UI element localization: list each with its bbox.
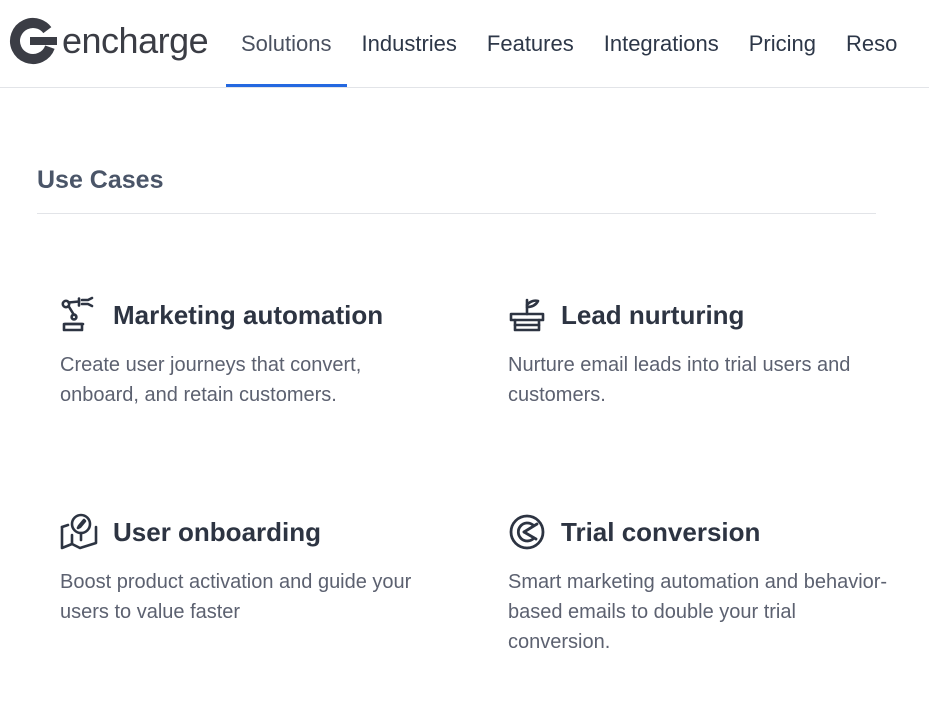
section-title: Use Cases <box>37 166 164 194</box>
card-description: Nurture email leads into trial users and… <box>508 354 851 406</box>
card-description: Boost product activation and guide your … <box>60 571 412 623</box>
use-case-card-lead-nurturing[interactable]: Lead nurturing Nurture email leads into … <box>508 295 888 410</box>
nav-item-resources[interactable]: Reso <box>831 0 912 87</box>
use-case-card-user-onboarding[interactable]: User onboarding Boost product activation… <box>60 512 440 627</box>
card-header: Marketing automation <box>60 295 440 335</box>
card-description: Create user journeys that convert, onboa… <box>60 354 362 406</box>
nav-item-solutions[interactable]: Solutions <box>226 0 347 87</box>
card-title: Lead nurturing <box>561 300 745 330</box>
use-case-card-trial-conversion[interactable]: Trial conversion Smart marketing automat… <box>508 512 888 657</box>
plant-pot-icon <box>508 296 546 334</box>
card-header: User onboarding <box>60 512 440 552</box>
nav-item-industries[interactable]: Industries <box>347 0 472 87</box>
use-case-card-marketing-automation[interactable]: Marketing automation Create user journey… <box>60 295 440 410</box>
site-header: encharge Solutions Industries Features I… <box>0 0 929 88</box>
card-description: Smart marketing automation and behavior-… <box>508 571 888 653</box>
nav-item-features[interactable]: Features <box>472 0 589 87</box>
card-title: User onboarding <box>113 517 322 547</box>
card-title: Trial conversion <box>561 517 761 547</box>
nav-item-pricing[interactable]: Pricing <box>734 0 831 87</box>
card-header: Trial conversion <box>508 512 888 552</box>
brand-name: encharge <box>62 20 209 61</box>
map-compass-icon <box>60 513 98 551</box>
card-title: Marketing automation <box>113 300 384 330</box>
main-nav: Solutions Industries Features Integratio… <box>226 0 912 87</box>
target-arrow-icon <box>508 513 546 551</box>
section-divider <box>37 213 876 214</box>
nav-item-integrations[interactable]: Integrations <box>589 0 734 87</box>
card-header: Lead nurturing <box>508 295 888 335</box>
brand-logo[interactable]: encharge <box>9 17 209 65</box>
encharge-logo-icon <box>10 18 57 64</box>
robot-arm-icon <box>60 296 98 334</box>
